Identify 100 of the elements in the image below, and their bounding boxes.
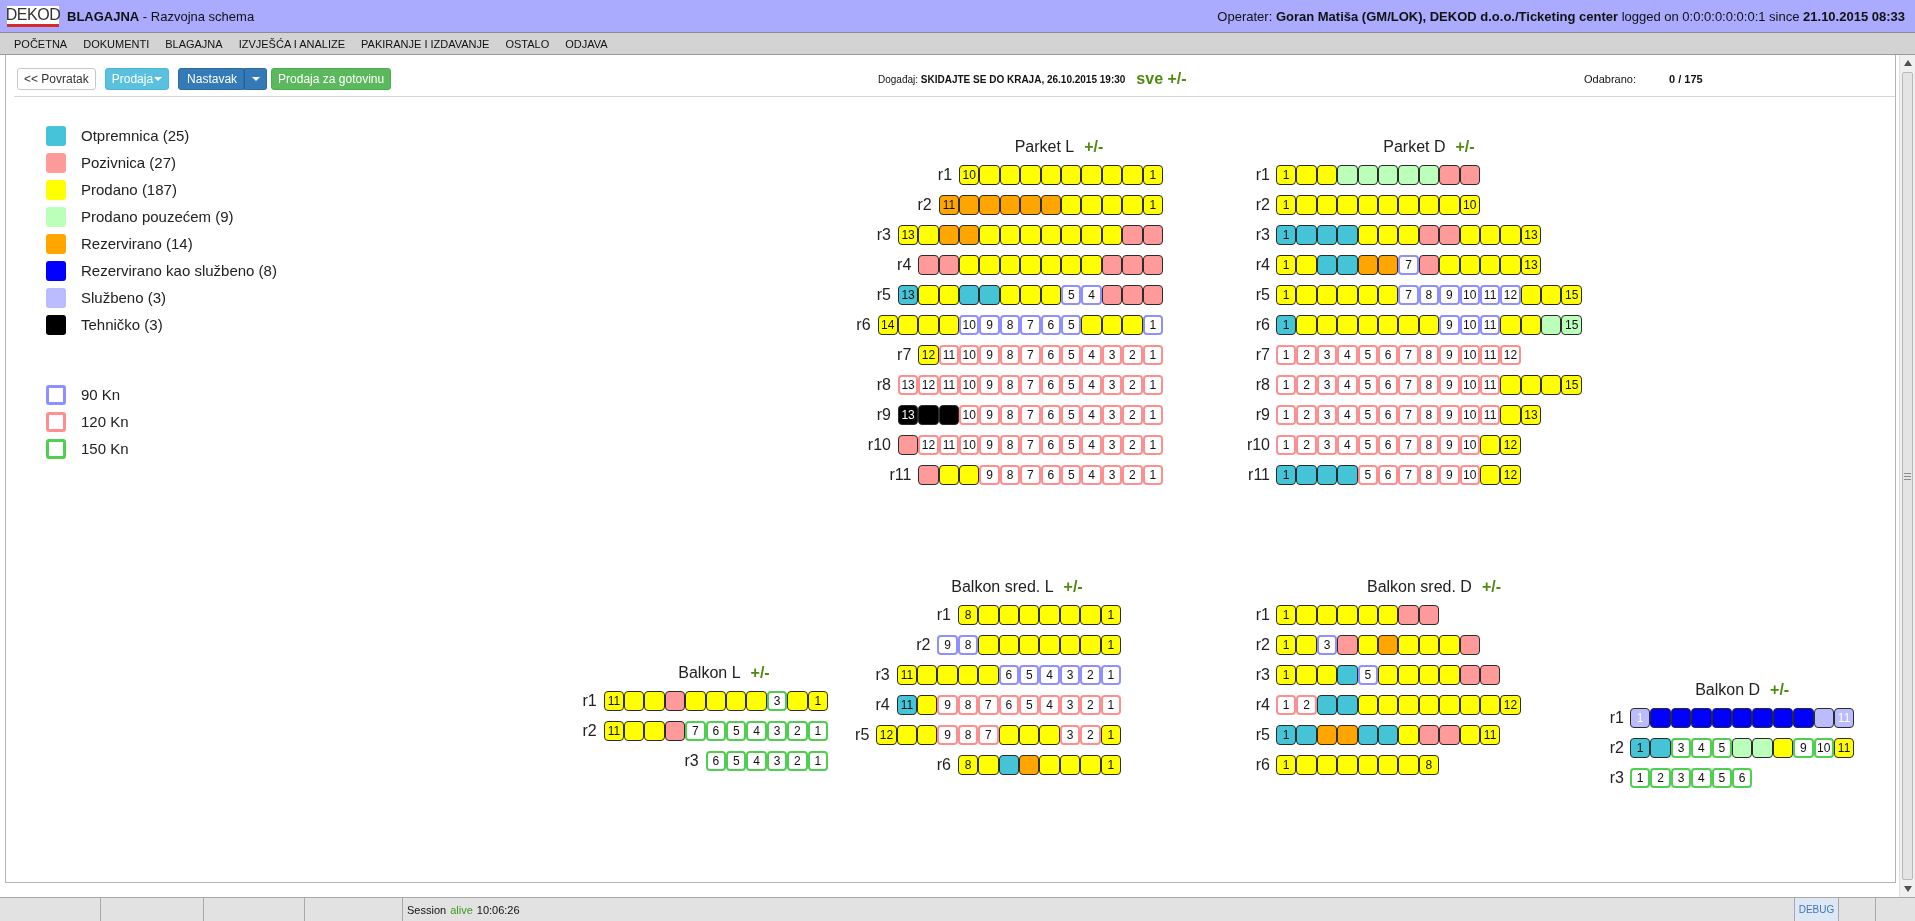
seat[interactable] <box>938 315 960 335</box>
seat[interactable]: 6 <box>1040 315 1062 335</box>
seat[interactable]: 12 <box>1500 465 1521 485</box>
seat[interactable] <box>957 665 979 685</box>
seat[interactable] <box>1418 605 1440 625</box>
seat[interactable] <box>1479 435 1501 455</box>
seat[interactable] <box>1296 225 1317 245</box>
seat[interactable]: 3 <box>766 751 788 771</box>
seat[interactable] <box>1296 255 1317 275</box>
seat[interactable]: 4 <box>1691 768 1712 788</box>
seat[interactable]: 11 <box>1479 375 1501 395</box>
seat[interactable]: 10 <box>959 375 980 395</box>
seat[interactable]: 8 <box>999 315 1021 335</box>
seat[interactable] <box>1650 708 1671 728</box>
seat[interactable] <box>1479 255 1501 275</box>
seat[interactable]: 11 <box>603 691 625 711</box>
seat[interactable] <box>1398 755 1419 775</box>
seat[interactable]: 12 <box>918 375 939 395</box>
seat[interactable] <box>1459 225 1480 245</box>
seat[interactable] <box>1377 755 1399 775</box>
seat[interactable] <box>1377 315 1399 335</box>
seat[interactable] <box>1439 665 1460 685</box>
seat[interactable]: 1 <box>1100 635 1121 655</box>
seat[interactable]: 2 <box>1122 345 1143 365</box>
seat[interactable] <box>1377 225 1399 245</box>
seat[interactable] <box>1020 255 1041 275</box>
seat[interactable]: 15 <box>1561 285 1582 305</box>
seat[interactable]: 5 <box>1357 665 1378 685</box>
seat[interactable]: 8 <box>1418 755 1440 775</box>
seat[interactable] <box>1377 665 1399 685</box>
seat[interactable]: 9 <box>1439 465 1460 485</box>
seat[interactable]: 1 <box>1276 725 1297 745</box>
seat[interactable] <box>1418 255 1440 275</box>
seat[interactable]: 1 <box>1142 465 1163 485</box>
seat[interactable]: 9 <box>979 405 1000 425</box>
seat[interactable] <box>1316 285 1338 305</box>
seat[interactable]: 6 <box>1040 435 1062 455</box>
seat[interactable]: 10 <box>1459 375 1480 395</box>
seat[interactable] <box>644 691 665 711</box>
seat[interactable] <box>1040 285 1062 305</box>
seat[interactable] <box>1316 255 1338 275</box>
seat[interactable] <box>937 665 958 685</box>
seat[interactable]: 1 <box>1276 375 1297 395</box>
seat[interactable]: 7 <box>1020 345 1041 365</box>
seat[interactable] <box>1316 195 1338 215</box>
seat[interactable]: 11 <box>896 695 918 715</box>
seat[interactable]: 14 <box>877 315 898 335</box>
seat[interactable] <box>1479 665 1501 685</box>
seat[interactable] <box>1500 225 1521 245</box>
seat[interactable] <box>999 165 1021 185</box>
seat[interactable]: 13 <box>897 375 919 395</box>
seat[interactable]: 13 <box>1520 225 1542 245</box>
seat[interactable]: 1 <box>1100 755 1121 775</box>
seat[interactable] <box>1337 195 1358 215</box>
seat[interactable] <box>1296 635 1317 655</box>
seat[interactable]: 4 <box>1081 285 1102 305</box>
seat[interactable] <box>1122 195 1143 215</box>
seat[interactable]: 3 <box>1101 345 1123 365</box>
seat[interactable] <box>918 315 939 335</box>
seat[interactable]: 1 <box>1276 285 1297 305</box>
select-toggle-link[interactable]: +/- <box>1455 138 1475 156</box>
seat[interactable]: 6 <box>705 751 727 771</box>
seat[interactable]: 3 <box>1316 345 1338 365</box>
seat[interactable] <box>1357 225 1378 245</box>
seat[interactable] <box>1337 665 1358 685</box>
scrollbar-thumb[interactable] <box>1902 72 1913 880</box>
seat[interactable]: 8 <box>1418 465 1440 485</box>
seat[interactable]: 6 <box>1377 435 1399 455</box>
seat[interactable]: 2 <box>1296 375 1317 395</box>
seat[interactable] <box>1296 755 1317 775</box>
seat[interactable] <box>959 285 980 305</box>
seat[interactable] <box>1459 665 1480 685</box>
seat[interactable] <box>624 721 645 741</box>
seat[interactable] <box>959 465 980 485</box>
menu-item[interactable]: OSTALO <box>497 37 558 50</box>
seat[interactable] <box>1357 165 1378 185</box>
seat[interactable] <box>705 691 727 711</box>
seat[interactable] <box>1793 708 1814 728</box>
seat[interactable]: 6 <box>1377 375 1399 395</box>
seat[interactable] <box>1357 285 1378 305</box>
seat[interactable] <box>1039 755 1060 775</box>
seat[interactable]: 5 <box>1061 405 1082 425</box>
seat[interactable] <box>1122 225 1143 245</box>
seat[interactable] <box>1418 725 1440 745</box>
seat[interactable] <box>1296 195 1317 215</box>
seat[interactable]: 5 <box>1019 695 1040 715</box>
seat[interactable] <box>1520 315 1542 335</box>
seat[interactable]: 3 <box>1101 435 1123 455</box>
seat[interactable]: 2 <box>1122 375 1143 395</box>
scrollbar[interactable] <box>1899 55 1915 897</box>
seat[interactable]: 3 <box>1101 465 1123 485</box>
seat[interactable]: 10 <box>1459 345 1480 365</box>
seat[interactable]: 1 <box>1276 435 1297 455</box>
seat[interactable] <box>1296 725 1317 745</box>
seat[interactable]: 1 <box>1276 465 1297 485</box>
seat[interactable] <box>1357 605 1378 625</box>
select-toggle-link[interactable]: +/- <box>1481 578 1502 596</box>
seat[interactable] <box>938 285 960 305</box>
seat[interactable]: 11 <box>603 721 625 741</box>
seat[interactable]: 5 <box>1061 345 1082 365</box>
